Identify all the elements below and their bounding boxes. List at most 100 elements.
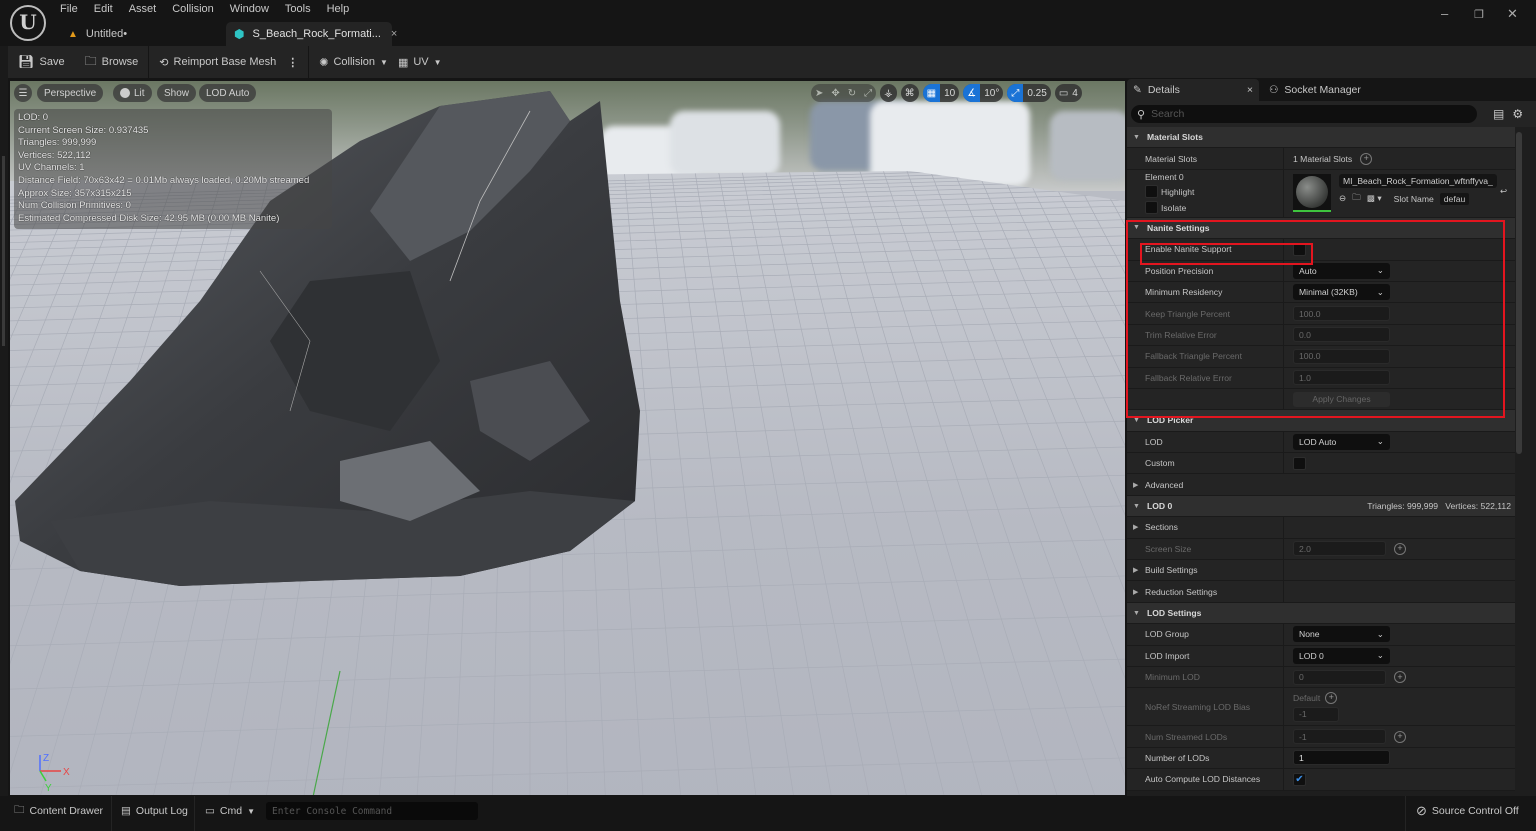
add-material-slot-icon[interactable]: + [1360, 152, 1373, 165]
rotation-snap-toggle[interactable]: ∡ 10° [963, 84, 1004, 102]
add-override-icon[interactable]: + [1394, 730, 1406, 743]
close-window-button[interactable]: ✕ [1507, 6, 1518, 22]
highlight-label: Highlight [1161, 186, 1195, 197]
property-matrix-icon[interactable]: ▤ [1493, 107, 1504, 121]
fallback-relative-error-input[interactable]: 1.0 [1293, 370, 1390, 386]
coordinate-system-button[interactable]: ⚶ [880, 84, 897, 102]
property-label: LOD [1127, 431, 1284, 453]
tab-socket-manager[interactable]: ⚇ Socket Manager [1263, 79, 1367, 101]
menu-asset[interactable]: Asset [121, 2, 165, 16]
reimport-base-mesh-button[interactable]: ⟲ Reimport Base Mesh ⋮ [149, 46, 308, 78]
section-material-slots[interactable]: ▼ Material Slots [1127, 127, 1515, 149]
show-button[interactable]: Show [157, 84, 197, 102]
section-lod-settings[interactable]: ▼ LOD Settings [1127, 602, 1515, 625]
tab-label: Details [1147, 84, 1180, 96]
menu-tools[interactable]: Tools [277, 2, 319, 16]
lod-import-dropdown[interactable]: LOD 0 ⌄ [1293, 647, 1390, 664]
surface-snapping-button[interactable]: ⌘ [900, 84, 919, 102]
browse-button[interactable]: 🗀 Browse [75, 46, 149, 78]
chevron-down-icon: ⌄ [1376, 265, 1384, 276]
cmd-dropdown[interactable]: ▭ Cmd ▼ [205, 801, 255, 821]
restore-button[interactable]: ❐ [1474, 8, 1484, 21]
section-lod-picker[interactable]: ▼ LOD Picker [1127, 410, 1515, 432]
z-axis-label: Z [43, 753, 49, 764]
collision-dropdown[interactable]: ✺ Collision ▼ [309, 46, 398, 78]
menu-file[interactable]: File [52, 2, 86, 16]
minimum-lod-input[interactable]: 0 [1293, 669, 1386, 685]
use-selected-asset-icon[interactable]: ⊖ [1339, 193, 1346, 204]
uv-dropdown[interactable]: ▦ UV ▼ [398, 46, 452, 78]
number-of-lods-input[interactable]: 1 [1293, 750, 1390, 766]
menu-edit[interactable]: Edit [86, 2, 121, 16]
mesh-viewport[interactable]: ☰ Perspective Lit Show LOD Auto LOD: 0 C… [10, 81, 1125, 795]
scale-snap-value[interactable]: 0.25 [1023, 84, 1050, 102]
custom-lod-checkbox[interactable] [1293, 456, 1306, 470]
group-label: Build Settings [1145, 565, 1198, 576]
grid-snap-toggle[interactable]: ▦ 10 [922, 84, 960, 102]
console-command-input[interactable]: Enter Console Command [266, 802, 478, 820]
num-streamed-lods-input[interactable]: -1 [1293, 729, 1386, 745]
close-tab-icon[interactable]: × [391, 28, 397, 40]
output-log-button[interactable]: ▤ Output Log [121, 801, 188, 821]
tab-details[interactable]: ✎ Details × [1127, 79, 1259, 101]
more-options-icon[interactable]: ⋮ [287, 56, 298, 69]
rotation-snap-value[interactable]: 10° [980, 84, 1003, 102]
position-precision-dropdown[interactable]: Auto ⌄ [1293, 262, 1390, 279]
section-nanite-settings[interactable]: ▼ Nanite Settings [1127, 217, 1515, 240]
trim-relative-error-input[interactable]: 0.0 [1293, 327, 1390, 343]
left-dock-handle[interactable] [2, 156, 5, 346]
row-build-settings[interactable]: ▶ Build Settings [1127, 560, 1515, 582]
menu-window[interactable]: Window [222, 2, 277, 16]
menu-collision[interactable]: Collision [164, 2, 222, 16]
unreal-logo-icon[interactable]: U [10, 5, 46, 41]
keep-triangle-percent-input[interactable]: 100.0 [1293, 306, 1390, 322]
add-platform-override-icon[interactable]: + [1325, 691, 1338, 704]
rotate-mode-icon[interactable]: ↻ [844, 84, 860, 102]
close-tab-icon[interactable]: × [1247, 84, 1253, 96]
save-button[interactable]: 💾︎ Save [8, 46, 75, 78]
material-options-icon[interactable]: ▩ ▾ [1367, 193, 1382, 204]
perspective-button[interactable]: Perspective [37, 84, 104, 102]
source-control-button[interactable]: ⊘ Source Control Off [1416, 801, 1519, 821]
reset-to-default-icon[interactable]: ↩ [1500, 186, 1507, 197]
select-mode-icon[interactable]: ➤ [811, 84, 827, 102]
background-car [1050, 111, 1125, 181]
scale-snap-toggle[interactable]: ⤢ 0.25 [1007, 84, 1051, 102]
row-reduction-settings[interactable]: ▶ Reduction Settings [1127, 581, 1515, 603]
translate-mode-icon[interactable]: ✥ [827, 84, 843, 102]
screen-size-input[interactable]: 2.0 [1293, 541, 1386, 557]
tab-static-mesh[interactable]: ⬢ S_Beach_Rock_Formati... × [226, 22, 397, 46]
isolate-checkbox[interactable] [1145, 201, 1158, 215]
tab-level-untitled[interactable]: ▲ Untitled• [60, 22, 135, 46]
add-override-icon[interactable]: + [1394, 671, 1406, 684]
minimum-residency-dropdown[interactable]: Minimal (32KB) ⌄ [1293, 284, 1390, 301]
lit-button[interactable]: Lit [113, 84, 152, 102]
material-asset-picker[interactable]: MI_Beach_Rock_Formation_wftnffyva_ [1339, 173, 1497, 188]
row-sections[interactable]: ▶ Sections [1127, 517, 1515, 539]
highlight-checkbox[interactable] [1145, 185, 1158, 199]
details-search-input[interactable]: ⚲ Search [1131, 105, 1477, 123]
section-lod-0[interactable]: ▼ LOD 0 Triangles: 999,999 Vertices: 522,… [1127, 495, 1515, 518]
content-drawer-button[interactable]: 🗀 Content Drawer [14, 801, 103, 821]
row-advanced[interactable]: ▶ Advanced [1127, 474, 1515, 496]
slot-name-field[interactable]: defau [1439, 192, 1470, 205]
scale-mode-icon[interactable]: ⤢ [860, 84, 876, 102]
settings-gear-icon[interactable]: ⚙ [1512, 107, 1523, 121]
minimize-button[interactable]: – [1441, 6, 1448, 21]
apply-changes-button[interactable]: Apply Changes [1293, 391, 1390, 407]
lod-auto-button[interactable]: LOD Auto [199, 84, 257, 102]
lod-dropdown[interactable]: LOD Auto ⌄ [1293, 433, 1390, 450]
add-override-icon[interactable]: + [1394, 542, 1406, 555]
lod-group-dropdown[interactable]: None ⌄ [1293, 626, 1390, 643]
browse-to-asset-icon[interactable]: 🗀 [1352, 192, 1361, 206]
viewport-options-menu-icon[interactable]: ☰ [14, 84, 32, 102]
auto-compute-lod-checkbox[interactable]: ✔ [1293, 772, 1306, 786]
camera-speed-button[interactable]: ▭ 4 [1054, 84, 1082, 102]
grid-snap-value[interactable]: 10 [940, 84, 959, 102]
material-thumbnail[interactable] [1293, 173, 1331, 212]
enable-nanite-checkbox[interactable] [1293, 242, 1306, 256]
details-scrollbar[interactable] [1516, 132, 1522, 454]
menu-help[interactable]: Help [319, 2, 358, 16]
fallback-triangle-percent-input[interactable]: 100.0 [1293, 348, 1390, 364]
noref-streaming-lod-bias-input[interactable]: -1 [1293, 706, 1339, 722]
